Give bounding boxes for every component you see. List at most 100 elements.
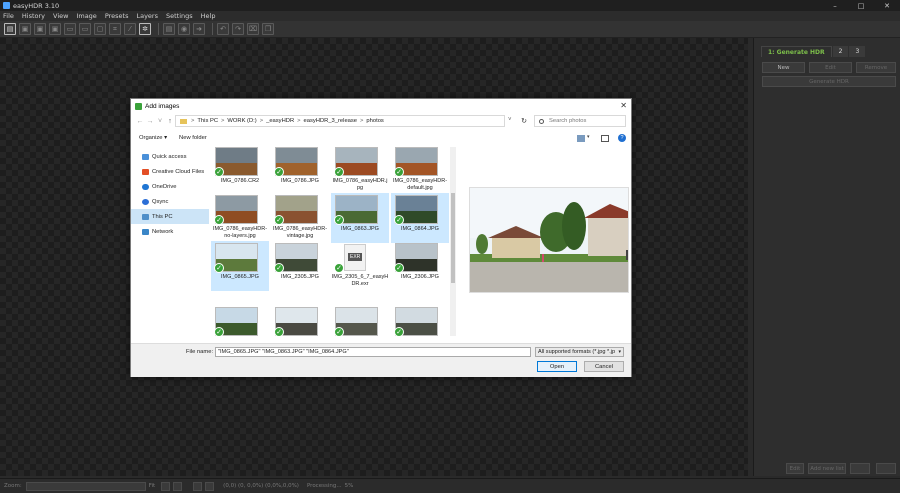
- menu-image[interactable]: Image: [76, 12, 96, 20]
- toolbar-separator: [158, 23, 159, 35]
- compare-icon[interactable]: ▤: [163, 23, 175, 35]
- dialog-close-button[interactable]: ✕: [620, 101, 627, 110]
- breadcrumb-photos[interactable]: photos: [366, 118, 383, 124]
- file-tile[interactable]: ✓ IMG_2305.JPG: [271, 241, 329, 291]
- file-tile[interactable]: ✓ IMG_0786.CR2: [211, 145, 269, 195]
- zoom-slider[interactable]: [25, 481, 146, 491]
- file-tile[interactable]: ✓ IMG_0786_easyHDR-vintage.jpg: [271, 193, 329, 243]
- list-menu-button[interactable]: [876, 463, 896, 474]
- list-option-button[interactable]: [850, 463, 870, 474]
- address-dropdown-icon[interactable]: ˅: [508, 117, 512, 123]
- zoom-fit-icon[interactable]: [161, 481, 171, 491]
- forward-arrow-icon[interactable]: →: [145, 118, 155, 125]
- file-tile[interactable]: ✓ IMG_0786_easyHDR.jpg: [331, 145, 389, 195]
- batch-icon[interactable]: ▣: [49, 23, 61, 35]
- undo-icon[interactable]: ↶: [217, 23, 229, 35]
- redo-icon[interactable]: ↷: [232, 23, 244, 35]
- settings-gear-icon[interactable]: ✲: [139, 23, 151, 35]
- new-file-icon[interactable]: ▤: [4, 23, 16, 35]
- eyedropper-icon[interactable]: ⁄: [124, 23, 136, 35]
- file-tile[interactable]: ✓ IMG_0786_easyHDR-default.jpg: [391, 145, 449, 195]
- nav-this-pc[interactable]: This PC: [131, 209, 209, 224]
- tab-2[interactable]: 2: [832, 46, 849, 57]
- refresh-icon[interactable]: ↻: [519, 115, 529, 127]
- breadcrumb-release[interactable]: easyHDR_3_release: [304, 118, 358, 124]
- breadcrumb-easyhdr[interactable]: _easyHDR: [266, 118, 294, 124]
- tab-generate-hdr[interactable]: 1: Generate HDR: [761, 46, 832, 57]
- nav-onedrive[interactable]: OneDrive: [131, 179, 209, 194]
- file-tile[interactable]: ✓: [211, 305, 269, 336]
- menu-help[interactable]: Help: [201, 12, 216, 20]
- file-tile[interactable]: ✓ IMG_0863.JPG: [331, 193, 389, 243]
- file-tile[interactable]: ✓: [391, 305, 449, 336]
- filename-input[interactable]: "IMG_0865.JPG" "IMG_0863.JPG" "IMG_0864.…: [215, 347, 531, 357]
- view-options-icon[interactable]: [577, 135, 585, 142]
- maximize-button[interactable]: □: [848, 0, 874, 11]
- menu-view[interactable]: View: [53, 12, 68, 20]
- address-bar[interactable]: > This PC > WORK (D:) > _easyHDR > easyH…: [175, 115, 505, 127]
- new-button[interactable]: New: [762, 62, 805, 73]
- save-icon[interactable]: ▭: [64, 23, 76, 35]
- open-button[interactable]: Open: [537, 361, 577, 372]
- open-image-icon[interactable]: ▣: [19, 23, 31, 35]
- menu-presets[interactable]: Presets: [105, 12, 129, 20]
- menu-history[interactable]: History: [22, 12, 45, 20]
- layers-icon[interactable]: ❒: [262, 23, 274, 35]
- open-folder-icon[interactable]: ▣: [34, 23, 46, 35]
- nav-qsync[interactable]: Qsync: [131, 194, 209, 209]
- monitor-icon[interactable]: [205, 481, 215, 491]
- recent-chevron-icon[interactable]: ˅: [155, 118, 165, 125]
- breadcrumb-work-drive[interactable]: WORK (D:): [227, 118, 256, 124]
- chevron-down-icon: ▾: [618, 349, 621, 355]
- file-tile[interactable]: ✓: [331, 305, 389, 336]
- file-tile[interactable]: ✓: [271, 305, 329, 336]
- menu-settings[interactable]: Settings: [166, 12, 193, 20]
- file-tile[interactable]: ✓ IMG_2306.JPG: [391, 241, 449, 291]
- nav-network[interactable]: Network: [131, 224, 209, 239]
- nav-label: OneDrive: [152, 183, 177, 190]
- add-new-list-dropdown[interactable]: Add new list: [808, 463, 846, 474]
- fit-label: Fit: [148, 483, 156, 489]
- cancel-button[interactable]: Cancel: [584, 361, 624, 372]
- bottom-edit-button[interactable]: Edit: [786, 463, 804, 474]
- zoom-in-icon[interactable]: ➜: [193, 23, 205, 35]
- save-as-icon[interactable]: ▭: [79, 23, 91, 35]
- menu-layers[interactable]: Layers: [136, 12, 158, 20]
- file-list-scrollbar[interactable]: [450, 147, 456, 336]
- edit-button[interactable]: Edit: [809, 62, 852, 73]
- file-list: ✓ IMG_0786.CR2 ✓ IMG_0786.JPG ✓ IMG_0786…: [211, 145, 457, 336]
- panel-bottom-bar: Edit Add new list: [754, 462, 900, 474]
- preview-pane-icon[interactable]: [601, 135, 609, 142]
- view-dropdown-icon[interactable]: ▾: [587, 134, 590, 140]
- remove-button[interactable]: Remove: [856, 62, 896, 73]
- file-tile[interactable]: EXR ✓ IMG_2305_6_7_easyHDR.exr: [331, 241, 389, 291]
- tab-3[interactable]: 3: [849, 46, 866, 57]
- crop-icon[interactable]: ⌗: [109, 23, 121, 35]
- new-folder-button[interactable]: New folder: [179, 135, 207, 141]
- zoom-out-icon[interactable]: ◉: [178, 23, 190, 35]
- search-input[interactable]: Search photos: [534, 115, 626, 127]
- zoom-actual-icon[interactable]: [173, 481, 183, 491]
- file-tile[interactable]: ✓ IMG_0786_easyHDR-no-layers.jpg: [211, 193, 269, 243]
- minimize-button[interactable]: –: [822, 0, 848, 11]
- generate-hdr-button[interactable]: Generate HDR: [762, 76, 896, 87]
- nav-creative-cloud[interactable]: Creative Cloud Files: [131, 164, 209, 179]
- copy-icon[interactable]: ▢: [94, 23, 106, 35]
- menu-file[interactable]: File: [3, 12, 14, 20]
- file-tile[interactable]: ✓ IMG_0786.JPG: [271, 145, 329, 195]
- camera-icon[interactable]: [193, 481, 203, 491]
- pixel-info: (0,0) (0, 0,0%) (0,0%,0,0%): [223, 483, 299, 489]
- close-window-button[interactable]: ✕: [874, 0, 900, 11]
- reset-icon[interactable]: ⌧: [247, 23, 259, 35]
- nav-quick-access[interactable]: Quick access: [131, 149, 209, 164]
- up-arrow-icon[interactable]: ↑: [165, 118, 175, 125]
- filetype-select[interactable]: All supported formats (*.jpg *.jp ▾: [535, 347, 624, 357]
- breadcrumb-this-pc[interactable]: This PC: [197, 118, 218, 124]
- file-tile[interactable]: ✓ IMG_0865.JPG: [211, 241, 269, 291]
- help-icon[interactable]: ?: [618, 134, 626, 142]
- scrollbar-thumb[interactable]: [451, 193, 455, 283]
- file-tile[interactable]: ✓ IMG_0864.JPG: [391, 193, 449, 243]
- back-arrow-icon[interactable]: ←: [135, 118, 145, 125]
- organize-button[interactable]: Organize ▾: [139, 135, 167, 141]
- panel-tabs: 1: Generate HDR 2 3: [761, 46, 866, 57]
